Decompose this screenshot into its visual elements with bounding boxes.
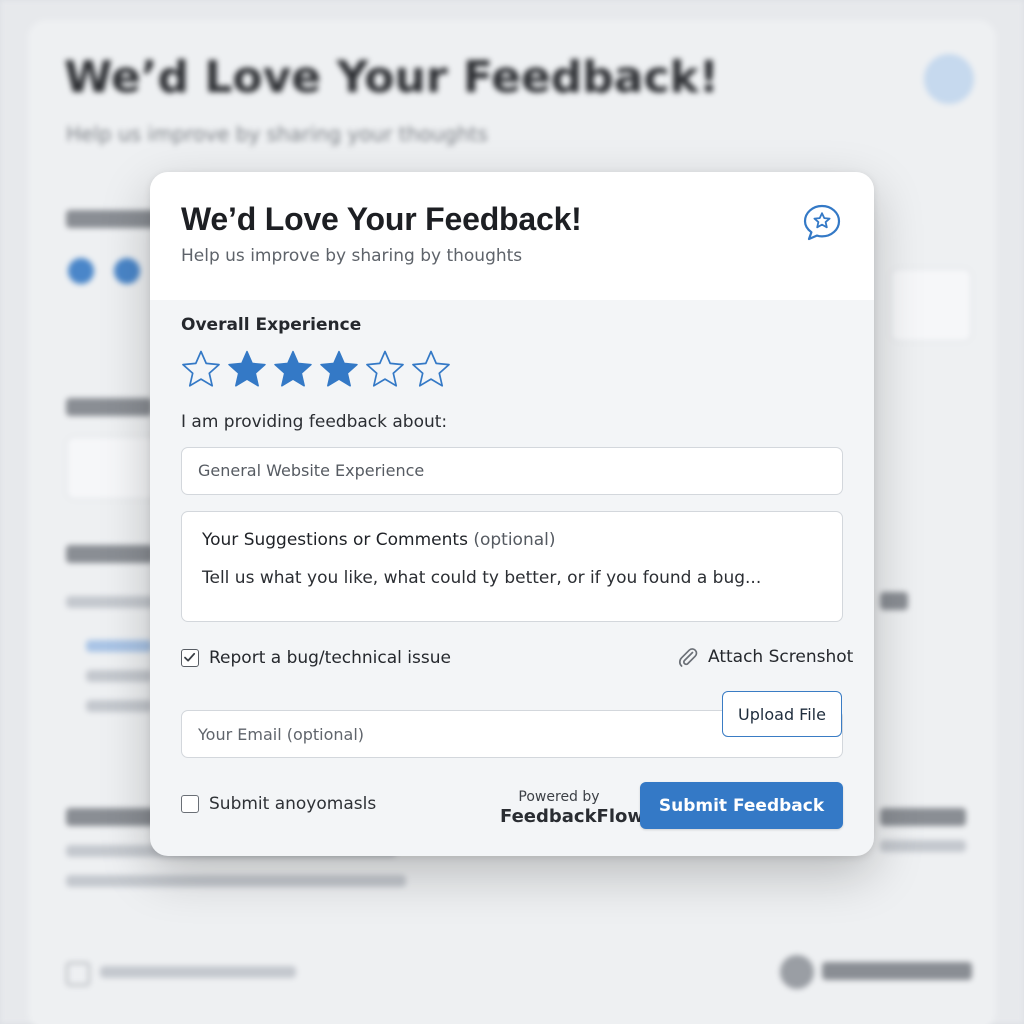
submit-feedback-button[interactable]: Submit Feedback xyxy=(640,782,843,829)
comments-placeholder: Tell us what you like, what could ty bet… xyxy=(202,568,762,588)
background-text-line xyxy=(100,966,296,978)
star-rating[interactable] xyxy=(179,349,453,389)
background-heading xyxy=(66,398,152,416)
background-checkbox xyxy=(66,962,90,986)
topic-label: I am providing feedback about: xyxy=(181,412,448,432)
star-outline-icon[interactable] xyxy=(179,349,223,389)
background-link-line xyxy=(86,640,152,652)
bug-report-label[interactable]: Report a bug/technical issue xyxy=(209,648,451,668)
star-outline-icon[interactable] xyxy=(363,349,407,389)
powered-by: Powered by FeedbackFlow xyxy=(500,789,644,827)
star-filled-icon[interactable] xyxy=(271,349,315,389)
checkmark-icon xyxy=(184,652,196,662)
anonymous-checkbox[interactable] xyxy=(181,795,199,813)
background-text-line xyxy=(86,700,152,712)
attach-screenshot-link[interactable]: Attach Screnshot xyxy=(676,644,853,670)
upload-file-button[interactable]: Upload File xyxy=(722,691,842,737)
comments-optional-text: (optional) xyxy=(473,530,556,550)
star-filled-icon[interactable] xyxy=(317,349,361,389)
anonymous-label[interactable]: Submit anoyomasls xyxy=(209,794,376,814)
background-heading xyxy=(66,808,156,826)
background-field xyxy=(66,436,158,500)
topic-value: General Website Experience xyxy=(198,461,425,480)
email-placeholder: Your Email (optional) xyxy=(198,725,365,744)
background-text-line xyxy=(66,596,154,608)
background-heading xyxy=(880,808,966,826)
comments-label: Your Suggestions or Comments (optional) xyxy=(202,530,556,550)
background-logo xyxy=(780,955,814,989)
background-heading xyxy=(66,545,154,563)
paperclip-icon xyxy=(678,648,698,667)
background-star-icon xyxy=(68,258,94,284)
rating-label: Overall Experience xyxy=(181,315,362,335)
bug-report-checkbox[interactable] xyxy=(181,649,199,667)
background-text-line xyxy=(86,670,152,682)
background-heading xyxy=(880,592,908,610)
background-subtitle: Help us improve by sharing your thoughts xyxy=(66,122,488,146)
star-filled-icon[interactable] xyxy=(225,349,269,389)
background-star-icon xyxy=(114,258,140,284)
feedback-modal: We’d Love Your Feedback! Help us improve… xyxy=(150,172,874,856)
background-text-line xyxy=(66,875,406,887)
modal-title: We’d Love Your Feedback! xyxy=(181,201,582,237)
chat-star-icon xyxy=(803,204,841,241)
background-field xyxy=(890,268,972,342)
modal-header: We’d Love Your Feedback! Help us improve… xyxy=(150,172,874,300)
background-heading xyxy=(66,210,156,228)
background-brand xyxy=(822,962,972,980)
background-text-line xyxy=(880,840,966,852)
comments-label-text: Your Suggestions or Comments xyxy=(202,530,468,550)
modal-subtitle: Help us improve by sharing by thoughts xyxy=(181,246,523,266)
background-chat-icon xyxy=(924,54,974,104)
background-title: We’d Love Your Feedback! xyxy=(64,52,719,103)
powered-by-prefix: Powered by xyxy=(518,789,600,805)
comments-textarea[interactable]: Your Suggestions or Comments (optional) … xyxy=(181,511,843,622)
attach-screenshot-label: Attach Screnshot xyxy=(708,647,854,667)
powered-by-brand: FeedbackFlow xyxy=(500,806,644,827)
star-outline-icon[interactable] xyxy=(409,349,453,389)
topic-select[interactable]: General Website Experience xyxy=(181,447,843,495)
